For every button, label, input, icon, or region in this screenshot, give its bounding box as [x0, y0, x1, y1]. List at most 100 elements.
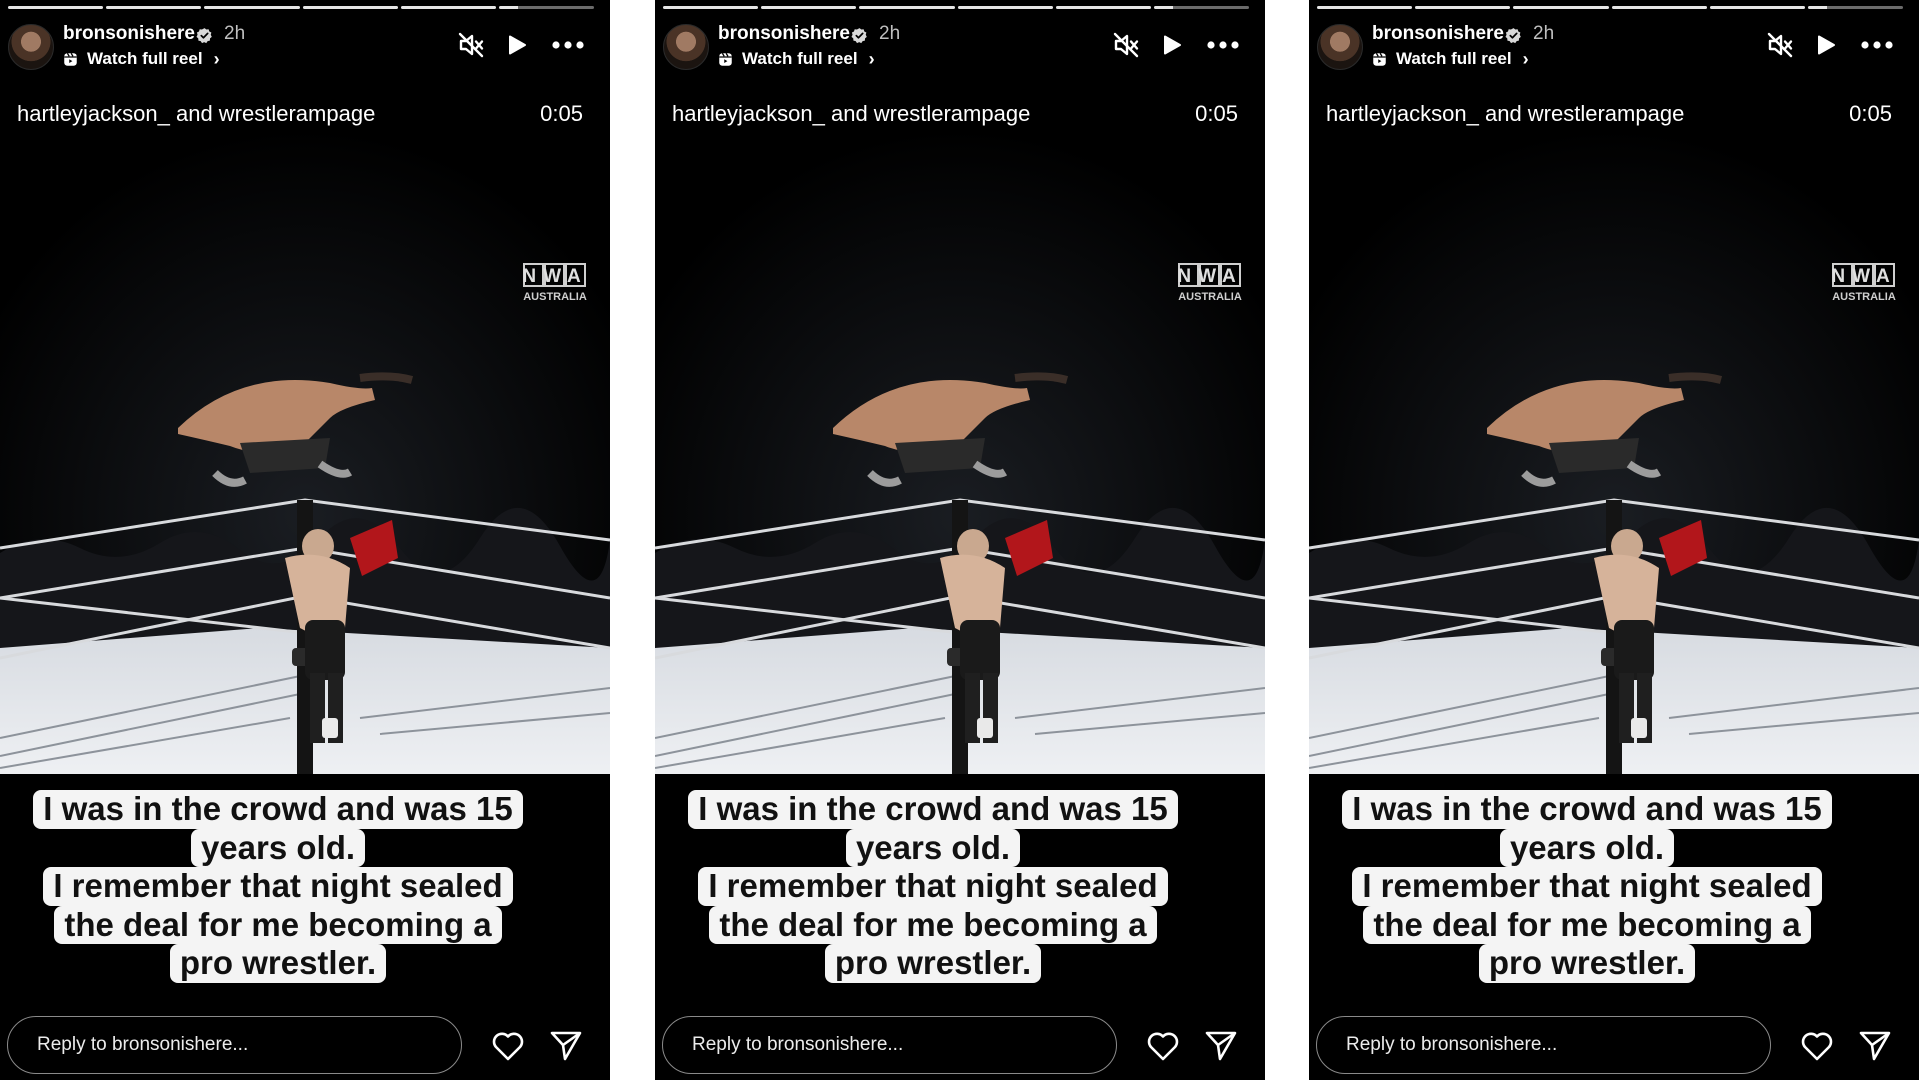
progress-segment	[1611, 6, 1707, 9]
reply-input[interactable]	[35, 1033, 461, 1057]
chevron-right-icon: ›	[868, 48, 875, 69]
caption-line-5: pro wrestler.	[824, 944, 1042, 983]
video-duration: 0:05	[1849, 101, 1892, 126]
story-panel-2: bronsonishere 2h Watch full reel › hartl…	[655, 0, 1265, 1080]
reply-field[interactable]	[1316, 1016, 1771, 1074]
reel-icon	[64, 52, 77, 66]
nwa-logo-text: NWA	[1831, 266, 1896, 287]
progress-segment-current	[1153, 6, 1250, 9]
watch-full-reel-label: Watch full reel	[742, 49, 858, 68]
story-panel-3: bronsonishere 2h Watch full reel › hartl…	[1309, 0, 1919, 1080]
mute-button[interactable]	[1111, 30, 1141, 60]
caption-line-2: years old.	[845, 828, 1021, 867]
post-time: 2h	[1533, 23, 1555, 44]
avatar[interactable]	[663, 24, 709, 70]
progress-segment	[1055, 6, 1151, 9]
post-time: 2h	[879, 23, 901, 44]
play-button[interactable]	[502, 30, 532, 60]
progress-segment	[204, 6, 300, 9]
caption-line-5: pro wrestler.	[1478, 944, 1696, 983]
play-icon	[1164, 35, 1181, 55]
video-frame[interactable]: NWA AUSTRALIA	[0, 128, 610, 774]
watch-full-reel-link[interactable]: Watch full reel ›	[718, 49, 875, 69]
mute-button[interactable]	[456, 30, 486, 60]
more-options-button[interactable]	[550, 30, 586, 60]
caption-line-2: years old.	[190, 828, 366, 867]
reply-input[interactable]	[690, 1033, 1116, 1057]
send-icon[interactable]	[1203, 1028, 1239, 1064]
progress-segment	[859, 6, 955, 9]
more-options-icon	[1207, 41, 1239, 49]
video-duration: 0:05	[540, 101, 583, 126]
more-options-icon	[552, 41, 584, 49]
caption-line-3: I remember that night sealed	[43, 867, 513, 906]
play-button[interactable]	[1157, 30, 1187, 60]
reply-field[interactable]	[7, 1016, 462, 1074]
username[interactable]: bronsonishere	[63, 23, 195, 45]
caption-line-4: the deal for me becoming a	[709, 905, 1157, 944]
heart-icon[interactable]	[1145, 1028, 1181, 1064]
username[interactable]: bronsonishere	[718, 23, 850, 45]
nwa-logo-text: NWA	[1177, 266, 1242, 287]
collaborators-label[interactable]: hartleyjackson_ and wrestlerampage	[672, 101, 1030, 127]
progress-segment	[1513, 6, 1609, 9]
story-caption: I was in the crowd and was 15 years old.…	[20, 790, 536, 983]
more-options-button[interactable]	[1859, 30, 1895, 60]
caption-line-1: I was in the crowd and was 15	[1342, 790, 1832, 829]
story-progress-bar	[8, 6, 595, 9]
watch-full-reel-link[interactable]: Watch full reel ›	[63, 49, 220, 69]
caption-redaction-bar	[1343, 833, 1496, 862]
reply-field[interactable]	[662, 1016, 1117, 1074]
collaborators-label[interactable]: hartleyjackson_ and wrestlerampage	[17, 101, 375, 127]
collaborators-label[interactable]: hartleyjackson_ and wrestlerampage	[1326, 101, 1684, 127]
post-time: 2h	[224, 23, 246, 44]
send-icon[interactable]	[548, 1028, 584, 1064]
video-frame[interactable]: NWA AUSTRALIA	[655, 128, 1265, 774]
caption-line-5: pro wrestler.	[169, 944, 387, 983]
nwa-logo-subtext: AUSTRALIA	[523, 291, 587, 303]
heart-icon[interactable]	[490, 1028, 526, 1064]
caption-line-4: the deal for me becoming a	[54, 905, 502, 944]
caption-line-1: I was in the crowd and was 15	[688, 790, 1178, 829]
story-caption: I was in the crowd and was 15 years old.…	[1329, 790, 1845, 983]
progress-segment-current	[498, 6, 595, 9]
caption-row-2: years old.	[689, 828, 1177, 867]
watch-full-reel-link[interactable]: Watch full reel ›	[1372, 49, 1529, 69]
muted-speaker-icon	[1767, 32, 1793, 58]
watch-full-reel-label: Watch full reel	[87, 49, 203, 68]
play-button[interactable]	[1811, 30, 1841, 60]
more-options-button[interactable]	[1205, 30, 1241, 60]
caption-line-3: I remember that night sealed	[1352, 867, 1822, 906]
avatar[interactable]	[1317, 24, 1363, 70]
caption-redaction-bar	[1678, 833, 1831, 862]
verified-badge-icon	[850, 26, 868, 44]
caption-redaction-bar	[34, 833, 187, 862]
heart-icon[interactable]	[1799, 1028, 1835, 1064]
nwa-australia-logo: NWA AUSTRALIA	[522, 263, 587, 303]
video-frame[interactable]: NWA AUSTRALIA	[1309, 128, 1919, 774]
send-icon[interactable]	[1857, 1028, 1893, 1064]
progress-segment	[8, 6, 104, 9]
muted-speaker-icon	[458, 32, 484, 58]
username[interactable]: bronsonishere	[1372, 23, 1504, 45]
progress-segment	[106, 6, 202, 9]
progress-segment	[1709, 6, 1805, 9]
caption-line-2: years old.	[1499, 828, 1675, 867]
more-options-icon	[1861, 41, 1893, 49]
chevron-right-icon: ›	[1522, 48, 1529, 69]
avatar[interactable]	[8, 24, 54, 70]
nwa-logo-subtext: AUSTRALIA	[1832, 291, 1896, 303]
muted-speaker-icon	[1113, 32, 1139, 58]
reply-input[interactable]	[1344, 1033, 1770, 1057]
caption-line-4: the deal for me becoming a	[1363, 905, 1811, 944]
mute-button[interactable]	[1765, 30, 1795, 60]
verified-badge-icon	[195, 26, 213, 44]
video-duration: 0:05	[1195, 101, 1238, 126]
caption-line-1: I was in the crowd and was 15	[33, 790, 523, 829]
caption-line-3: I remember that night sealed	[698, 867, 1168, 906]
caption-redaction-bar	[369, 833, 522, 862]
nwa-logo-text: NWA	[522, 266, 587, 287]
caption-row-2: years old.	[1343, 828, 1831, 867]
caption-redaction-bar	[1024, 833, 1177, 862]
reel-icon	[1373, 52, 1386, 66]
